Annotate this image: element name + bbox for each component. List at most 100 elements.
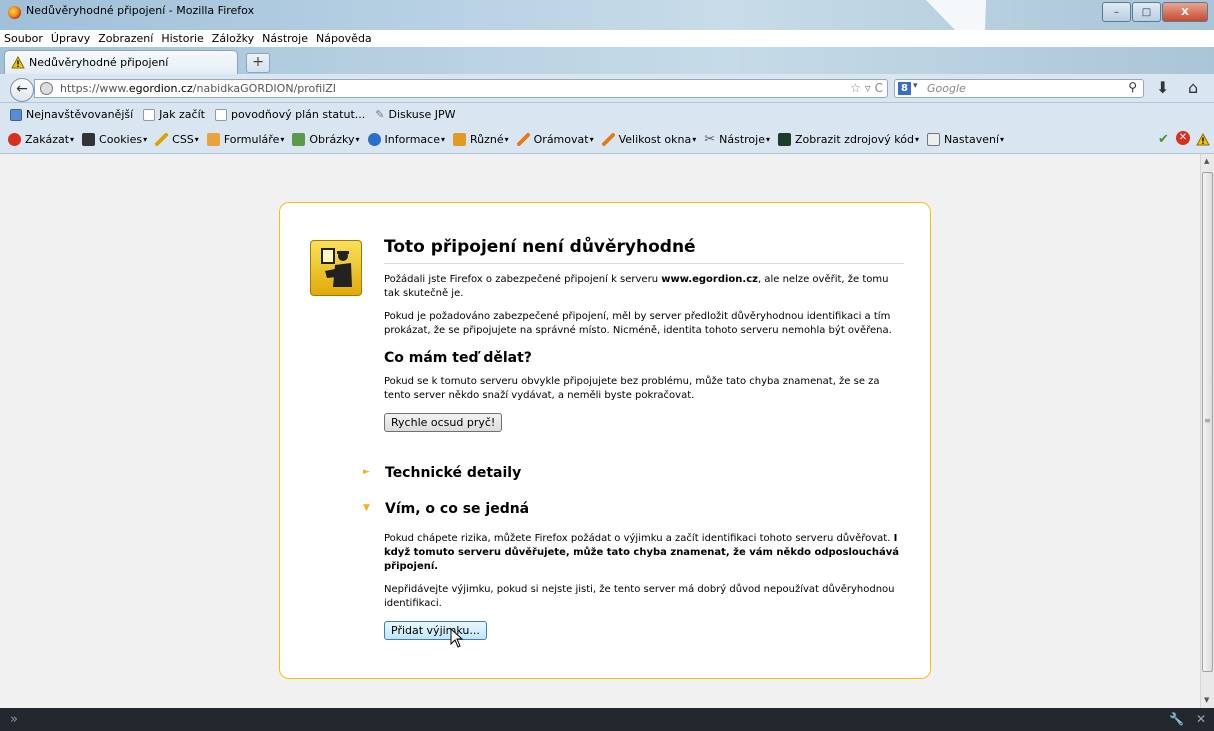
error-explanation: Pokud je požadováno zabezpečené připojen… [384, 311, 892, 336]
no-exception-text: Nepřidávejte výjimku, pokud si nejste ji… [384, 584, 895, 609]
globe-icon [40, 82, 53, 95]
resize-pencil-icon [601, 133, 615, 146]
dev-images[interactable]: Obrázky ▾ [292, 133, 360, 146]
dev-css[interactable]: CSS ▾ [155, 133, 199, 146]
reload-icon[interactable]: C [875, 81, 883, 95]
window-title: Nedůvěryhodné připojení - Mozilla Firefo… [26, 4, 255, 17]
error-card: Toto připojení není důvěryhodné Požádali… [279, 202, 931, 679]
security-guard-icon [310, 240, 362, 296]
addon-bar: » 🔧 ✕ [0, 708, 1214, 731]
maximize-button[interactable]: □ [1132, 2, 1161, 22]
star-icon[interactable]: ☆ [850, 81, 861, 95]
dropdown-icon[interactable]: ▿ [865, 81, 871, 95]
info-icon [367, 133, 381, 146]
search-box[interactable]: 8 ▾ Google ⚲ [894, 79, 1144, 98]
scrollbar-grip-icon: ≡ [1204, 416, 1211, 425]
error-body: Toto připojení není důvěryhodné Požádali… [384, 237, 904, 432]
dev-disable[interactable]: Zakázat ▾ [8, 133, 74, 146]
bookmark-jpw[interactable]: ✎ Diskuse JPW [375, 108, 455, 121]
tools-icon: ✂ [704, 132, 716, 147]
bookmark-most-visited[interactable]: Nejnavštěvovanější [10, 108, 133, 121]
download-icon[interactable]: ⬇ [1156, 78, 1169, 97]
url-text: https://www.egordion.cz/nabidkaGORDION/p… [60, 82, 337, 95]
dev-outline[interactable]: Orámovat ▾ [516, 133, 594, 146]
menu-zobrazeni[interactable]: Zobrazení [94, 30, 157, 47]
dev-misc[interactable]: Různé ▾ [452, 133, 509, 146]
technical-details-toggle[interactable]: ► Technické detaily [363, 465, 521, 481]
page-icon [143, 108, 156, 121]
menu-zalozky[interactable]: Záložky [208, 30, 258, 47]
tab-strip: Nedůvěryhodné připojení + [0, 47, 1214, 74]
warning-icon [11, 56, 25, 69]
what-now-text: Pokud se k tomuto serveru obvykle připoj… [384, 376, 880, 401]
form-icon [206, 133, 220, 146]
expanded-arrow-icon: ▼ [363, 503, 370, 513]
menu-soubor[interactable]: Soubor [0, 30, 47, 47]
valid-check-icon[interactable]: ✔ [1158, 132, 1169, 147]
search-placeholder: Google [927, 82, 966, 95]
vertical-scrollbar[interactable]: ▲ ≡ ▼ [1200, 154, 1214, 708]
dev-tools[interactable]: ✂ Nástroje ▾ [704, 132, 770, 147]
navigation-bar: ← https://www.egordion.cz/nabidkaGORDION… [0, 74, 1214, 103]
url-tools: ☆ ▿ C [850, 81, 883, 95]
outline-pencil-icon [516, 133, 530, 146]
search-icon[interactable]: ⚲ [1128, 80, 1137, 94]
menu-upravy[interactable]: Úpravy [47, 30, 94, 47]
paperclip-icon: ✎ [375, 108, 385, 121]
understand-risks-toggle[interactable]: ▼ Vím, o co se jedná [363, 501, 529, 517]
risks-section: Pokud chápete rizika, můžete Firefox pož… [384, 523, 904, 640]
error-intro: Požádali jste Firefox o zabezpečené přip… [384, 274, 889, 299]
scroll-up-icon[interactable]: ▲ [1204, 157, 1209, 165]
image-icon [292, 133, 306, 146]
get-me-out-button[interactable]: Rychle ocsud pryč! [384, 413, 503, 432]
dev-info[interactable]: Informace ▾ [367, 133, 445, 146]
page-icon [214, 108, 227, 121]
dev-resize[interactable]: Velikost okna ▾ [601, 133, 696, 146]
new-tab-button[interactable]: + [246, 53, 270, 73]
minimize-button[interactable]: – [1102, 2, 1131, 22]
folder-icon [452, 133, 466, 146]
bookmarks-toolbar: Nejnavštěvovanější Jak začít povodňový p… [0, 103, 1214, 126]
add-exception-button[interactable]: Přidat výjimku... [384, 621, 487, 640]
back-button[interactable]: ← [10, 78, 34, 102]
scroll-down-icon[interactable]: ▼ [1204, 696, 1209, 704]
menu-bar: Soubor Úpravy Zobrazení Historie Záložky… [0, 30, 376, 47]
close-window-button[interactable]: X [1162, 2, 1208, 22]
dev-options[interactable]: Nastavení ▾ [926, 133, 1004, 146]
search-engine-dropdown-icon[interactable]: ▾ [913, 81, 918, 91]
error-title: Toto připojení není důvěryhodné [384, 237, 904, 264]
google-icon[interactable]: 8 [898, 82, 911, 95]
mouse-cursor-icon [450, 628, 464, 648]
dev-view-source[interactable]: Zobrazit zdrojový kód ▾ [778, 133, 919, 146]
pencil-icon [155, 133, 169, 146]
wrench-icon[interactable]: 🔧 [1169, 712, 1184, 726]
menu-nastroje[interactable]: Nástroje [258, 30, 312, 47]
collapsed-arrow-icon: ► [363, 467, 370, 477]
source-icon [778, 133, 792, 146]
cookie-icon [82, 133, 96, 146]
home-icon[interactable]: ⌂ [1188, 78, 1198, 97]
server-host: www.egordion.cz [661, 274, 758, 285]
close-addon-bar-icon[interactable]: ✕ [1196, 712, 1206, 726]
bookmark-flood-plan[interactable]: povodňový plán statut... [214, 108, 365, 121]
expand-chevron-icon[interactable]: » [10, 712, 18, 727]
bookmark-folder-icon [10, 108, 22, 121]
dev-forms[interactable]: Formuláře ▾ [206, 133, 284, 146]
warning-status-icon[interactable] [1196, 133, 1210, 146]
web-developer-toolbar: Zakázat ▾ Cookies ▾ CSS ▾ Formuláře ▾ Obrázk… [0, 126, 1214, 154]
what-now-heading: Co mám teď dělat? [384, 350, 532, 366]
tab-title: Nedůvěryhodné připojení [29, 56, 169, 69]
tab-untrusted-connection[interactable]: Nedůvěryhodné připojení [4, 50, 238, 74]
url-bar[interactable]: https://www.egordion.cz/nabidkaGORDION/p… [34, 79, 888, 98]
bookmark-getting-started[interactable]: Jak začít [143, 108, 205, 121]
window-controls: – □ X [1101, 2, 1208, 22]
firefox-logo-icon [8, 6, 21, 19]
dev-cookies[interactable]: Cookies ▾ [82, 133, 147, 146]
menu-napoveda[interactable]: Nápověda [312, 30, 376, 47]
error-icon[interactable]: ✕ [1176, 131, 1190, 145]
disable-icon [8, 133, 21, 146]
menu-historie[interactable]: Historie [157, 30, 207, 47]
title-bar: Nedůvěryhodné připojení - Mozilla Firefo… [0, 0, 1214, 60]
options-icon [926, 133, 940, 146]
risks-text: Pokud chápete rizika, můžete Firefox pož… [384, 533, 899, 572]
